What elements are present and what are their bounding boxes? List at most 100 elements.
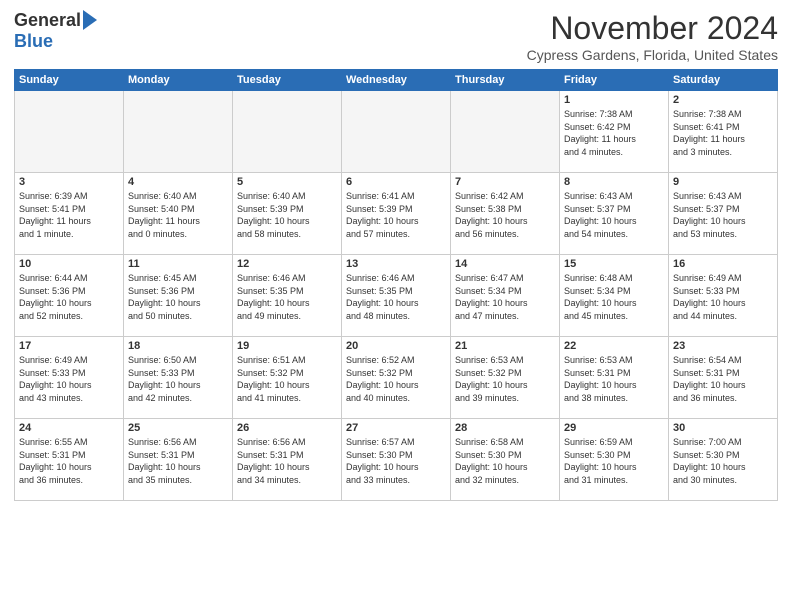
week-row-1: 1 Sunrise: 7:38 AM Sunset: 6:42 PM Daylig… xyxy=(15,91,778,173)
day-info: Sunrise: 6:56 AM Sunset: 5:31 PM Dayligh… xyxy=(237,436,337,486)
day-number: 2 xyxy=(673,94,773,106)
day-number: 16 xyxy=(673,258,773,270)
day-info: Sunrise: 7:38 AM Sunset: 6:41 PM Dayligh… xyxy=(673,108,773,158)
day-number: 23 xyxy=(673,340,773,352)
day-info: Sunrise: 7:00 AM Sunset: 5:30 PM Dayligh… xyxy=(673,436,773,486)
day-info: Sunrise: 6:52 AM Sunset: 5:32 PM Dayligh… xyxy=(346,354,446,404)
calendar-cell: 28 Sunrise: 6:58 AM Sunset: 5:30 PM Dayli… xyxy=(451,419,560,501)
calendar-cell: 6 Sunrise: 6:41 AM Sunset: 5:39 PM Daylig… xyxy=(342,173,451,255)
calendar-cell: 29 Sunrise: 6:59 AM Sunset: 5:30 PM Dayli… xyxy=(560,419,669,501)
calendar-table: SundayMondayTuesdayWednesdayThursdayFrid… xyxy=(14,69,778,501)
month-title: November 2024 xyxy=(527,10,778,47)
day-number: 29 xyxy=(564,422,664,434)
calendar-cell: 8 Sunrise: 6:43 AM Sunset: 5:37 PM Daylig… xyxy=(560,173,669,255)
day-info: Sunrise: 6:40 AM Sunset: 5:40 PM Dayligh… xyxy=(128,190,228,240)
day-number: 26 xyxy=(237,422,337,434)
calendar-cell: 7 Sunrise: 6:42 AM Sunset: 5:38 PM Daylig… xyxy=(451,173,560,255)
day-number: 21 xyxy=(455,340,555,352)
day-number: 4 xyxy=(128,176,228,188)
day-info: Sunrise: 6:40 AM Sunset: 5:39 PM Dayligh… xyxy=(237,190,337,240)
week-row-5: 24 Sunrise: 6:55 AM Sunset: 5:31 PM Dayli… xyxy=(15,419,778,501)
calendar-cell: 13 Sunrise: 6:46 AM Sunset: 5:35 PM Dayli… xyxy=(342,255,451,337)
col-header-wednesday: Wednesday xyxy=(342,70,451,91)
calendar-cell: 24 Sunrise: 6:55 AM Sunset: 5:31 PM Dayli… xyxy=(15,419,124,501)
day-number: 1 xyxy=(564,94,664,106)
calendar-cell: 15 Sunrise: 6:48 AM Sunset: 5:34 PM Dayli… xyxy=(560,255,669,337)
day-info: Sunrise: 6:49 AM Sunset: 5:33 PM Dayligh… xyxy=(673,272,773,322)
day-number: 20 xyxy=(346,340,446,352)
day-number: 24 xyxy=(19,422,119,434)
header-row: SundayMondayTuesdayWednesdayThursdayFrid… xyxy=(15,70,778,91)
day-number: 5 xyxy=(237,176,337,188)
day-number: 15 xyxy=(564,258,664,270)
day-info: Sunrise: 6:46 AM Sunset: 5:35 PM Dayligh… xyxy=(346,272,446,322)
logo-arrow-icon xyxy=(83,10,97,30)
calendar-cell: 23 Sunrise: 6:54 AM Sunset: 5:31 PM Dayli… xyxy=(669,337,778,419)
col-header-friday: Friday xyxy=(560,70,669,91)
day-info: Sunrise: 6:57 AM Sunset: 5:30 PM Dayligh… xyxy=(346,436,446,486)
calendar-cell: 22Sunrise: 6:53 AM Sunset: 5:31 PM Dayli… xyxy=(560,337,669,419)
day-number: 28 xyxy=(455,422,555,434)
day-number: 7 xyxy=(455,176,555,188)
calendar-cell: 20 Sunrise: 6:52 AM Sunset: 5:32 PM Dayli… xyxy=(342,337,451,419)
day-info: Sunrise: 6:48 AM Sunset: 5:34 PM Dayligh… xyxy=(564,272,664,322)
calendar-cell: 4 Sunrise: 6:40 AM Sunset: 5:40 PM Daylig… xyxy=(124,173,233,255)
calendar-cell: 1 Sunrise: 7:38 AM Sunset: 6:42 PM Daylig… xyxy=(560,91,669,173)
day-number: 6 xyxy=(346,176,446,188)
day-info: Sunrise: 6:51 AM Sunset: 5:32 PM Dayligh… xyxy=(237,354,337,404)
day-info: Sunrise: 6:59 AM Sunset: 5:30 PM Dayligh… xyxy=(564,436,664,486)
col-header-thursday: Thursday xyxy=(451,70,560,91)
calendar-cell: 3 Sunrise: 6:39 AM Sunset: 5:41 PM Daylig… xyxy=(15,173,124,255)
day-number: 8 xyxy=(564,176,664,188)
calendar-cell: 18 Sunrise: 6:50 AM Sunset: 5:33 PM Dayli… xyxy=(124,337,233,419)
col-header-monday: Monday xyxy=(124,70,233,91)
calendar-cell: 21 Sunrise: 6:53 AM Sunset: 5:32 PM Dayli… xyxy=(451,337,560,419)
day-number: 17 xyxy=(19,340,119,352)
calendar-cell: 2 Sunrise: 7:38 AM Sunset: 6:41 PM Daylig… xyxy=(669,91,778,173)
day-number: 12 xyxy=(237,258,337,270)
col-header-tuesday: Tuesday xyxy=(233,70,342,91)
calendar-cell: 17 Sunrise: 6:49 AM Sunset: 5:33 PM Dayli… xyxy=(15,337,124,419)
calendar-cell: 30 Sunrise: 7:00 AM Sunset: 5:30 PM Dayli… xyxy=(669,419,778,501)
day-info: Sunrise: 6:41 AM Sunset: 5:39 PM Dayligh… xyxy=(346,190,446,240)
col-header-saturday: Saturday xyxy=(669,70,778,91)
calendar-cell: 25 Sunrise: 6:56 AM Sunset: 5:31 PM Dayli… xyxy=(124,419,233,501)
day-info: Sunrise: 6:58 AM Sunset: 5:30 PM Dayligh… xyxy=(455,436,555,486)
day-info: Sunrise: 6:43 AM Sunset: 5:37 PM Dayligh… xyxy=(564,190,664,240)
day-info: Sunrise: 6:56 AM Sunset: 5:31 PM Dayligh… xyxy=(128,436,228,486)
logo-text: General xyxy=(14,10,97,31)
day-number: 30 xyxy=(673,422,773,434)
day-info: Sunrise: 6:53 AM Sunset: 5:31 PM Dayligh… xyxy=(564,354,664,404)
day-number: 19 xyxy=(237,340,337,352)
calendar-cell: 19 Sunrise: 6:51 AM Sunset: 5:32 PM Dayli… xyxy=(233,337,342,419)
logo-general: General xyxy=(14,10,81,31)
day-info: Sunrise: 6:54 AM Sunset: 5:31 PM Dayligh… xyxy=(673,354,773,404)
day-info: Sunrise: 6:49 AM Sunset: 5:33 PM Dayligh… xyxy=(19,354,119,404)
calendar-cell xyxy=(124,91,233,173)
day-info: Sunrise: 6:46 AM Sunset: 5:35 PM Dayligh… xyxy=(237,272,337,322)
day-info: Sunrise: 6:45 AM Sunset: 5:36 PM Dayligh… xyxy=(128,272,228,322)
calendar-cell xyxy=(15,91,124,173)
day-number: 13 xyxy=(346,258,446,270)
day-info: Sunrise: 7:38 AM Sunset: 6:42 PM Dayligh… xyxy=(564,108,664,158)
calendar-cell xyxy=(451,91,560,173)
day-number: 25 xyxy=(128,422,228,434)
day-info: Sunrise: 6:42 AM Sunset: 5:38 PM Dayligh… xyxy=(455,190,555,240)
week-row-4: 17 Sunrise: 6:49 AM Sunset: 5:33 PM Dayli… xyxy=(15,337,778,419)
calendar-cell: 16 Sunrise: 6:49 AM Sunset: 5:33 PM Dayli… xyxy=(669,255,778,337)
day-number: 27 xyxy=(346,422,446,434)
day-number: 3 xyxy=(19,176,119,188)
day-info: Sunrise: 6:50 AM Sunset: 5:33 PM Dayligh… xyxy=(128,354,228,404)
calendar-cell: 14Sunrise: 6:47 AM Sunset: 5:34 PM Dayli… xyxy=(451,255,560,337)
header: General Blue November 2024 Cypress Garde… xyxy=(14,10,778,63)
day-number: 18 xyxy=(128,340,228,352)
week-row-2: 3 Sunrise: 6:39 AM Sunset: 5:41 PM Daylig… xyxy=(15,173,778,255)
logo: General Blue xyxy=(14,10,97,52)
calendar-cell: 27 Sunrise: 6:57 AM Sunset: 5:30 PM Dayli… xyxy=(342,419,451,501)
day-info: Sunrise: 6:39 AM Sunset: 5:41 PM Dayligh… xyxy=(19,190,119,240)
day-info: Sunrise: 6:55 AM Sunset: 5:31 PM Dayligh… xyxy=(19,436,119,486)
day-info: Sunrise: 6:53 AM Sunset: 5:32 PM Dayligh… xyxy=(455,354,555,404)
calendar-cell: 10Sunrise: 6:44 AM Sunset: 5:36 PM Dayli… xyxy=(15,255,124,337)
day-info: Sunrise: 6:47 AM Sunset: 5:34 PM Dayligh… xyxy=(455,272,555,322)
calendar-cell: 11Sunrise: 6:45 AM Sunset: 5:36 PM Dayli… xyxy=(124,255,233,337)
